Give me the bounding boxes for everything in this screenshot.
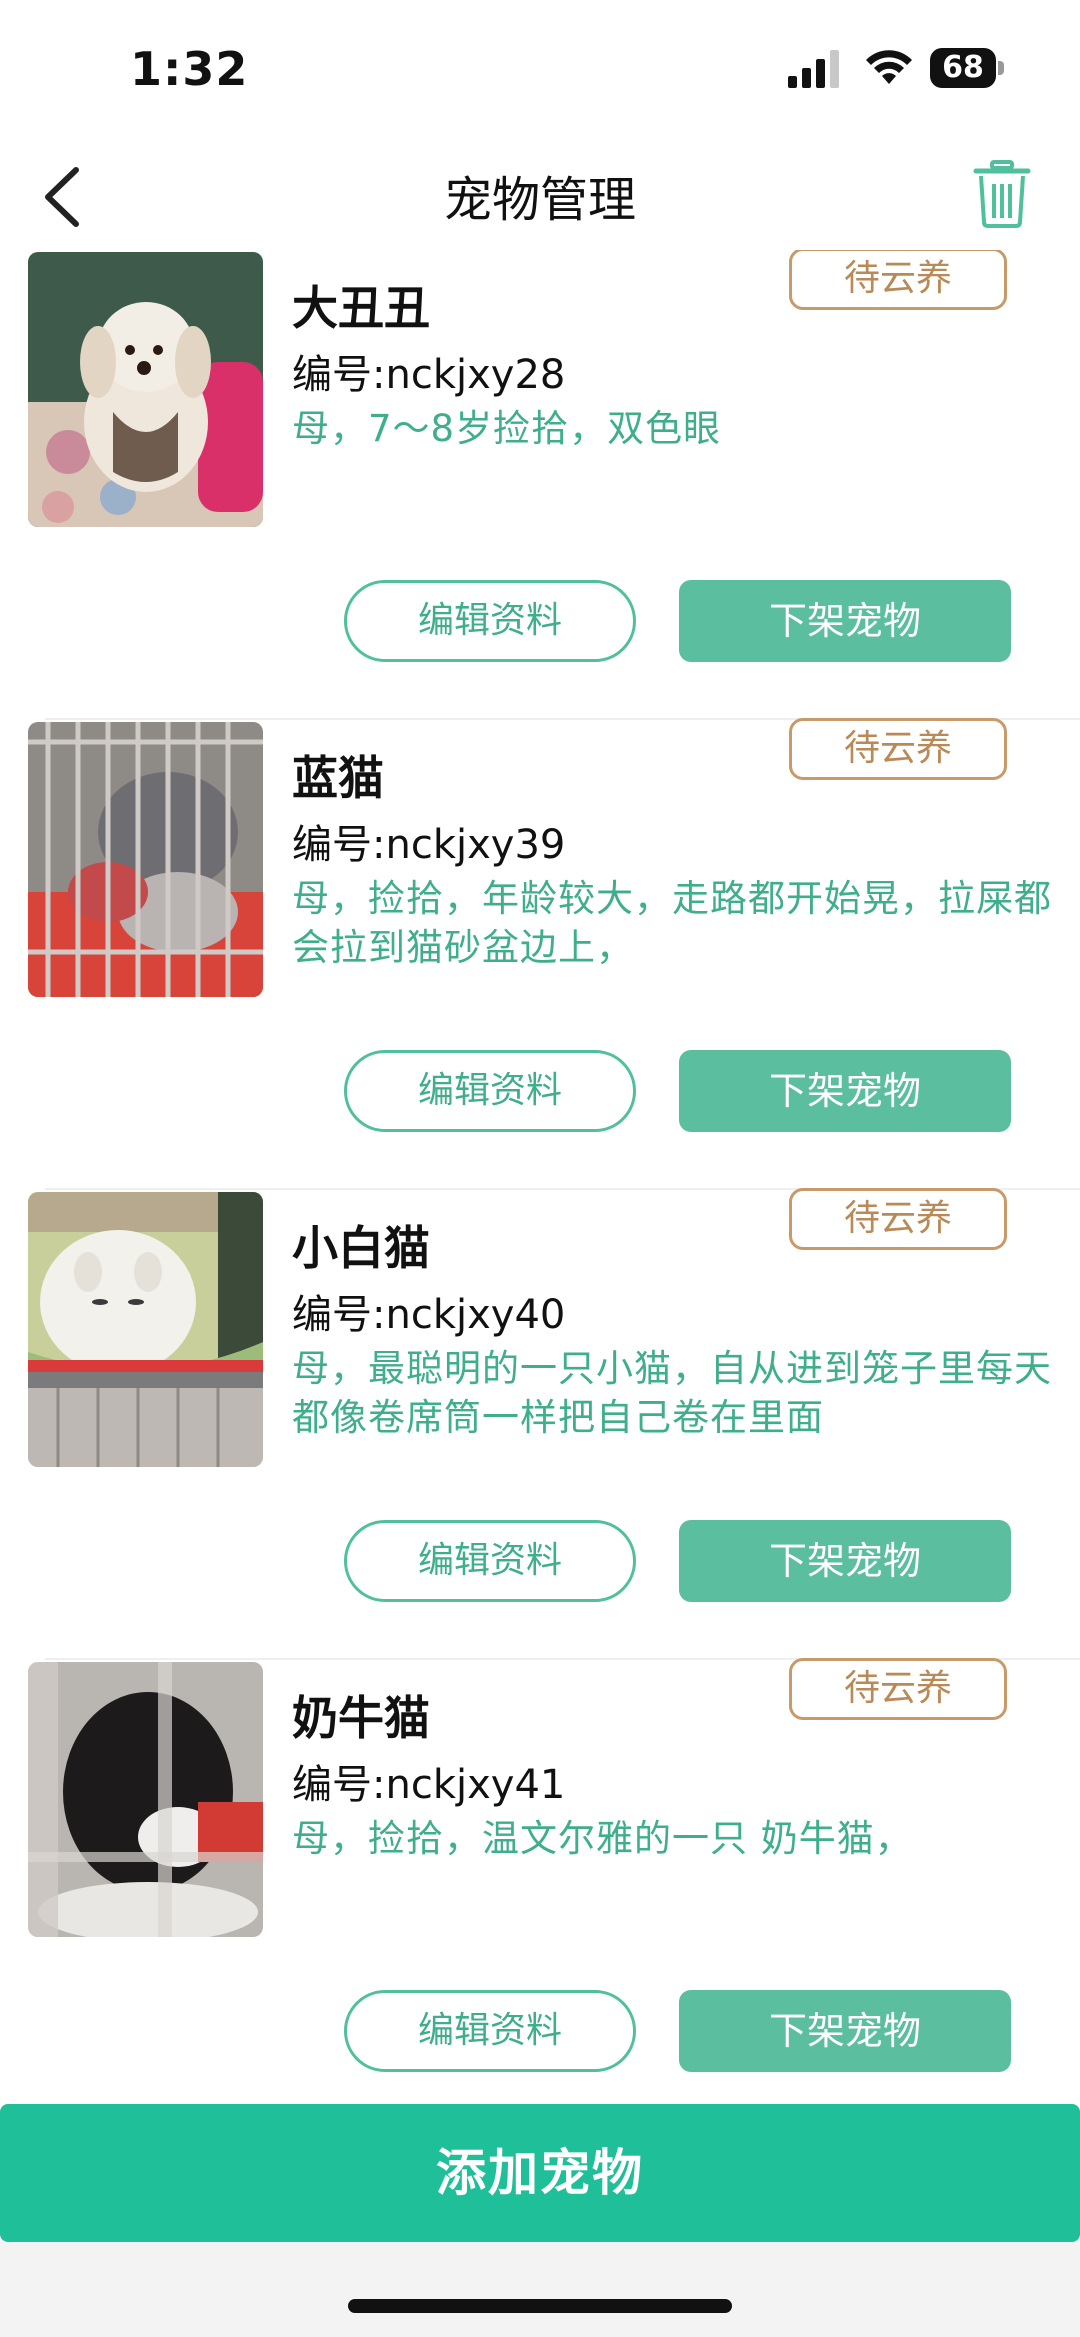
pet-description: 母，7～8岁捡拾，双色眼 bbox=[292, 407, 722, 450]
pet-list: 大丑丑 编号:nckjxy28 母，7～8岁捡拾，双色眼 待云养 编辑资料 下架… bbox=[0, 250, 1080, 2105]
pet-name: 大丑丑 bbox=[292, 281, 430, 335]
status-badge: 待云养 bbox=[789, 718, 1007, 780]
pet-name: 小白猫 bbox=[292, 1221, 430, 1275]
page-title: 宠物管理 bbox=[443, 172, 636, 228]
status-badge: 待云养 bbox=[789, 1658, 1007, 1720]
pet-id: 编号:nckjxy28 bbox=[292, 352, 566, 398]
wifi-icon bbox=[866, 50, 912, 84]
pet-photo[interactable] bbox=[28, 722, 263, 997]
pet-id: 编号:nckjxy41 bbox=[292, 1762, 566, 1808]
status-bar: 1:32 68 bbox=[0, 0, 1080, 140]
pet-card: 小白猫 编号:nckjxy40 母，最聪明的一只小猫，自从进到笼子里每天都像卷席… bbox=[0, 1188, 1080, 1660]
pet-name: 蓝猫 bbox=[292, 751, 384, 805]
add-pet-button[interactable]: 添加宠物 bbox=[0, 2104, 1080, 2242]
pet-description: 母，捡拾，年龄较大，走路都开始晃，拉屎都会拉到猫砂盆边上， bbox=[292, 877, 1052, 969]
home-indicator[interactable] bbox=[348, 2299, 732, 2313]
pet-card: 大丑丑 编号:nckjxy28 母，7～8岁捡拾，双色眼 待云养 编辑资料 下架… bbox=[0, 250, 1080, 720]
nav-bar: 宠物管理 bbox=[0, 140, 1080, 250]
pet-card: 蓝猫 编号:nckjxy39 母，捡拾，年龄较大，走路都开始晃，拉屎都会拉到猫砂… bbox=[0, 718, 1080, 1190]
pet-photo[interactable] bbox=[28, 1192, 263, 1467]
bottom-safe-area bbox=[0, 2242, 1080, 2337]
status-time: 1:32 bbox=[130, 42, 249, 96]
remove-pet-button[interactable]: 下架宠物 bbox=[679, 1050, 1011, 1132]
battery-icon: 68 bbox=[930, 48, 1004, 88]
pet-photo[interactable] bbox=[28, 252, 263, 527]
edit-profile-button[interactable]: 编辑资料 bbox=[344, 1990, 636, 2072]
pet-description: 母，捡拾，温文尔雅的一只 奶牛猫， bbox=[292, 1817, 913, 1860]
trash-icon[interactable] bbox=[972, 158, 1032, 228]
pet-id: 编号:nckjxy39 bbox=[292, 822, 566, 868]
pet-photo[interactable] bbox=[28, 1662, 263, 1937]
edit-profile-button[interactable]: 编辑资料 bbox=[344, 1520, 636, 1602]
pet-card: 奶牛猫 编号:nckjxy41 母，捡拾，温文尔雅的一只 奶牛猫， 待云养 编辑… bbox=[0, 1658, 1080, 2105]
battery-level: 68 bbox=[930, 48, 996, 88]
remove-pet-button[interactable]: 下架宠物 bbox=[679, 1990, 1011, 2072]
status-badge: 待云养 bbox=[789, 250, 1007, 310]
pet-name: 奶牛猫 bbox=[292, 1691, 430, 1745]
pet-id: 编号:nckjxy40 bbox=[292, 1292, 566, 1338]
cellular-signal-icon bbox=[788, 50, 839, 88]
pet-description: 母，最聪明的一只小猫，自从进到笼子里每天都像卷席筒一样把自己卷在里面 bbox=[292, 1347, 1052, 1439]
remove-pet-button[interactable]: 下架宠物 bbox=[679, 580, 1011, 662]
remove-pet-button[interactable]: 下架宠物 bbox=[679, 1520, 1011, 1602]
edit-profile-button[interactable]: 编辑资料 bbox=[344, 1050, 636, 1132]
edit-profile-button[interactable]: 编辑资料 bbox=[344, 580, 636, 662]
status-badge: 待云养 bbox=[789, 1188, 1007, 1250]
